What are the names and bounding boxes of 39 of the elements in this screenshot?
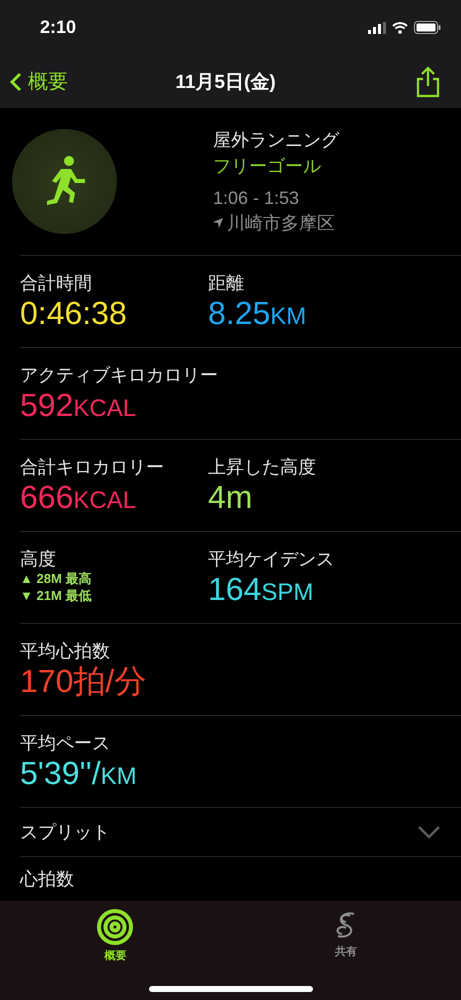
metric-label: 平均ペース <box>20 732 111 756</box>
metric-value: 666KCAL <box>20 479 138 516</box>
workout-goal: フリーゴール <box>213 155 322 178</box>
altitude-reading: ▲ 28M 最高 <box>20 571 92 588</box>
status-time: 2:10 <box>40 17 76 38</box>
back-button[interactable]: 概要 <box>10 68 68 95</box>
metric-value: 4m <box>208 479 254 516</box>
nav-title: 11月5日(金) <box>175 70 276 94</box>
metric-value: 5'39''/KM <box>20 755 138 792</box>
metric-label: 合計時間 <box>20 272 93 296</box>
metric-value: 164SPM <box>208 571 314 608</box>
metric-label: 平均心拍数 <box>20 640 111 664</box>
tab-item[interactable]: 概要 <box>55 907 176 964</box>
section-label: 心拍数 <box>20 868 74 891</box>
chevron-left-icon <box>10 72 22 92</box>
metric-value: 8.25KM <box>208 295 308 332</box>
rings-icon <box>96 908 134 946</box>
location-arrow-icon <box>213 218 223 228</box>
time-range: 1:06 - 1:53 <box>213 188 300 209</box>
location-text: 川崎市多摩区 <box>227 212 335 235</box>
altitude-reading: ▼ 21M 最低 <box>20 588 92 605</box>
battery-icon <box>414 21 441 34</box>
metric-label: 上昇した高度 <box>208 456 317 480</box>
metric-label: 距離 <box>208 272 245 296</box>
share-icon <box>415 66 441 98</box>
metric-value: 170拍/分 <box>20 663 148 700</box>
chevron-down-icon[interactable] <box>417 825 441 839</box>
metric-label: アクティブキロカロリー <box>20 364 219 388</box>
metric-value: 592KCAL <box>20 387 138 424</box>
signal-icon <box>368 22 386 34</box>
metric-label: 高度 <box>20 548 57 572</box>
share-button[interactable] <box>415 66 441 98</box>
workout-type: 屋外ランニング <box>213 129 339 152</box>
metric-label: 合計キロカロリー <box>20 456 165 480</box>
wifi-icon <box>392 22 408 34</box>
tab-item[interactable]: 共有 <box>286 907 406 964</box>
section-label[interactable]: スプリット <box>20 820 110 844</box>
metric-label: 平均ケイデンス <box>208 548 335 572</box>
metric-value: 0:46:38 <box>20 295 128 332</box>
